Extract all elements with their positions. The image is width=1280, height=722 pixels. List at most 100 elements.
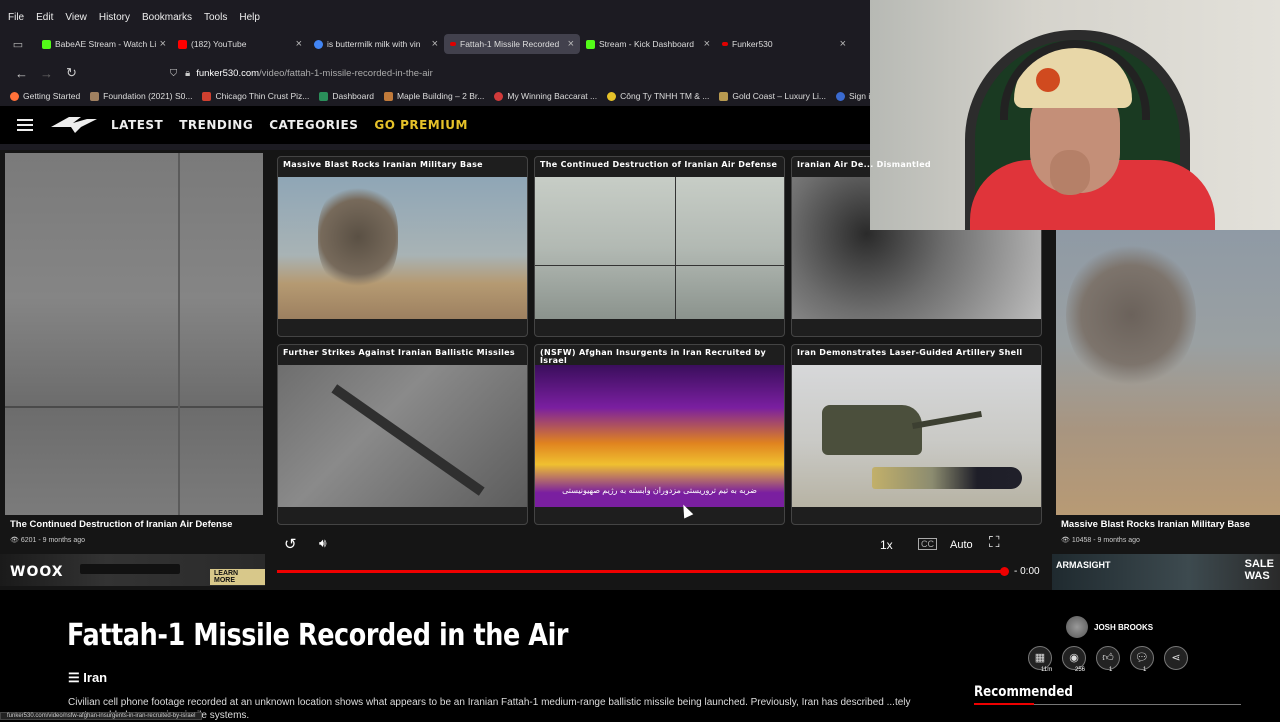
bookmark-item[interactable]: Maple Building – 2 Br... — [383, 91, 485, 101]
progress-handle[interactable] — [1000, 567, 1009, 576]
related-video-card[interactable]: (NSFW) Afghan Insurgents in Iran Recruit… — [534, 344, 785, 525]
fullscreen-icon[interactable]: ⛶ — [989, 534, 1000, 551]
bookmark-favicon-icon — [383, 91, 393, 101]
progress-bar[interactable] — [277, 570, 1005, 573]
ad-sale-text: SALE WAS — [1245, 558, 1274, 582]
ad-brand: WOOX — [10, 564, 64, 580]
smoke-cloud — [1066, 240, 1196, 390]
bookmark-item[interactable]: Công Ty TNHH TM & ... — [607, 91, 709, 101]
tab-funker530[interactable]: Funker530 × — [716, 34, 852, 54]
related-video-card[interactable]: Massive Blast Rocks Iranian Military Bas… — [277, 156, 528, 337]
menu-view[interactable]: View — [65, 12, 87, 23]
close-tab-icon[interactable]: × — [432, 38, 438, 50]
related-video-card[interactable]: Further Strikes Against Iranian Ballisti… — [277, 344, 528, 525]
bookmark-label: Gold Coast – Luxury Li... — [732, 91, 826, 101]
bookmark-item[interactable]: Gold Coast – Luxury Li... — [719, 91, 826, 101]
browser-chrome: File Edit View History Bookmarks Tools H… — [0, 0, 870, 150]
bookmarks-bar: Getting Started Foundation (2021) S0... … — [0, 87, 870, 105]
ad-cta-button[interactable]: LEARN MORE — [210, 569, 265, 585]
playback-speed[interactable]: 1x — [880, 538, 893, 552]
thumbs-up-icon[interactable]: 👍︎ 1 — [1096, 646, 1120, 673]
share-icon[interactable]: ⋖ — [1164, 646, 1188, 670]
quality-selector[interactable]: Auto — [950, 539, 973, 551]
shield-icon[interactable]: ⛉ — [170, 68, 177, 79]
bookmark-label: Sign in - Dre — [848, 91, 870, 101]
bookmark-item[interactable]: Foundation (2021) S0... — [90, 91, 192, 101]
menu-history[interactable]: History — [99, 12, 130, 23]
bookmark-item[interactable]: Getting Started — [10, 91, 80, 101]
bookmark-item[interactable]: Sign in - Dre — [835, 91, 870, 101]
forward-arrow-icon[interactable]: → — [34, 66, 59, 81]
avatar[interactable] — [1066, 616, 1088, 638]
next-video-title[interactable]: Massive Blast Rocks Iranian Military Bas… — [1061, 519, 1250, 530]
volume-icon[interactable]: 🔊︎ — [319, 536, 327, 551]
bookmark-label: Dashboard — [332, 91, 374, 101]
ad-brand: ARMASIGHT — [1056, 560, 1111, 570]
url-bar[interactable]: ⛉ 🔒︎ funker530.com/video/fattah-1-missil… — [162, 61, 862, 85]
bookmark-item[interactable]: Chicago Thin Crust Piz... — [202, 91, 309, 101]
close-tab-icon[interactable]: × — [296, 38, 302, 50]
video-category[interactable]: ☰ Iran — [68, 670, 107, 686]
lock-icon[interactable]: 🔒︎ — [185, 68, 190, 79]
nav-categories[interactable]: CATEGORIES — [269, 118, 358, 132]
menu-help[interactable]: Help — [239, 12, 260, 23]
nav-latest[interactable]: LATEST — [111, 118, 163, 132]
ad-sale-line: SALE — [1244, 558, 1274, 570]
back-arrow-icon[interactable]: ← — [9, 66, 34, 81]
close-tab-icon[interactable]: × — [840, 38, 846, 50]
nav-bar: ← → ↻ ⛉ 🔒︎ funker530.com/video/fattah-1-… — [0, 61, 870, 85]
bookmark-item[interactable]: Dashboard — [319, 91, 374, 101]
tab-babeae[interactable]: BabeAE Stream - Watch Li × — [36, 34, 172, 54]
author-name[interactable]: JOSH BROOKS — [1094, 623, 1153, 632]
nav-trending[interactable]: TRENDING — [179, 118, 253, 132]
hamburger-menu-icon[interactable] — [17, 119, 33, 131]
reload-icon[interactable]: ↻ — [59, 65, 84, 81]
bookmark-favicon-icon — [835, 91, 845, 101]
tab-google-search[interactable]: is buttermilk milk with vin × — [308, 34, 444, 54]
close-tab-icon[interactable]: × — [160, 38, 166, 50]
prev-video-title[interactable]: The Continued Destruction of Iranian Air… — [10, 519, 232, 530]
replay-icon[interactable]: ↺ — [284, 535, 297, 553]
card-thumbnail — [278, 177, 527, 319]
comment-icon[interactable]: 💬︎ 1 — [1130, 646, 1154, 673]
close-tab-icon[interactable]: × — [704, 38, 710, 50]
bookmark-item[interactable]: My Winning Baccarat ... — [494, 91, 597, 101]
captions-icon[interactable]: CC — [918, 538, 937, 550]
crosshair-line — [5, 406, 263, 408]
prev-video-frame[interactable] — [5, 153, 263, 515]
kick-favicon-icon — [42, 39, 51, 49]
tab-youtube[interactable]: (182) YouTube × — [172, 34, 308, 54]
menu-edit[interactable]: Edit — [36, 12, 53, 23]
related-video-card[interactable]: Iran Demonstrates Laser-Guided Artillery… — [791, 344, 1042, 525]
nav-go-premium[interactable]: GO PREMIUM — [374, 118, 468, 132]
ad-banner-right[interactable]: ARMASIGHT SALE WAS — [1052, 554, 1280, 590]
funker-logo-icon[interactable] — [51, 115, 97, 135]
related-video-card[interactable]: The Continued Destruction of Iranian Air… — [534, 156, 785, 337]
ad-banner-left[interactable]: WOOX LEARN MORE — [0, 554, 265, 586]
tab-title: Funker530 — [732, 39, 773, 49]
close-tab-icon[interactable]: × — [568, 38, 574, 50]
stat-value: 1 — [1143, 667, 1147, 673]
tab-fattah[interactable]: Fattah-1 Missile Recorded × — [444, 34, 580, 54]
next-video-frame[interactable] — [1056, 230, 1280, 515]
menu-bar: File Edit View History Bookmarks Tools H… — [0, 0, 870, 34]
bookmark-label: Maple Building – 2 Br... — [396, 91, 485, 101]
bookmark-favicon-icon — [10, 91, 19, 101]
kick-favicon-icon — [586, 39, 595, 49]
menu-file[interactable]: File — [8, 12, 24, 23]
card-thumbnail — [535, 177, 784, 319]
tab-kick-dashboard[interactable]: Stream - Kick Dashboard × — [580, 34, 716, 54]
card-thumbnail: ضربه به تیم تروریستی مزدوران وابسته به ر… — [535, 365, 784, 507]
author-block[interactable]: JOSH BROOKS — [1066, 616, 1153, 638]
tab-list-icon[interactable]: ▭ — [0, 38, 36, 51]
stat-value: 1 — [1109, 667, 1113, 673]
menu-bookmarks[interactable]: Bookmarks — [142, 12, 192, 23]
streamer-hand — [1050, 150, 1090, 195]
bookmark-favicon-icon — [719, 91, 729, 101]
bookmark-label: Getting Started — [23, 91, 81, 101]
video-page: Fattah-1 Missile Recorded in the Air ☰ I… — [0, 590, 1280, 721]
site-nav: LATEST TRENDING CATEGORIES GO PREMIUM — [0, 106, 870, 144]
tab-title: BabeAE Stream - Watch Li — [55, 39, 156, 49]
card-title: Iranian Air De... Dismantled — [797, 160, 931, 169]
menu-tools[interactable]: Tools — [204, 12, 227, 23]
